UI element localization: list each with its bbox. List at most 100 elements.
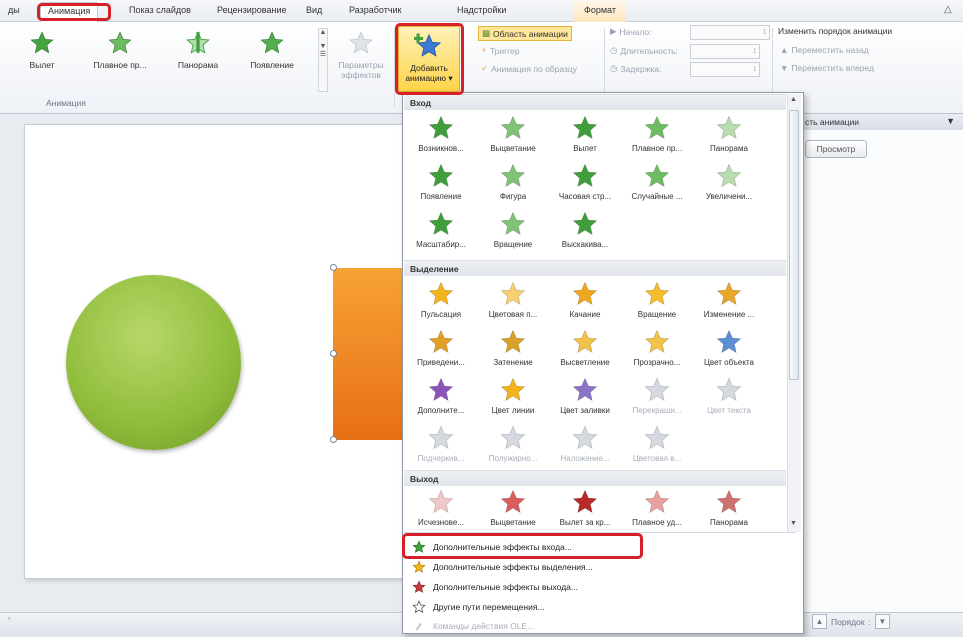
star-emphasis-icon [716,329,742,354]
trigger-button[interactable]: ⚡ Триггер [481,45,520,56]
effect-emphasis-18[interactable]: Цветовая в... [622,424,692,463]
animation-pane-button[interactable]: ▩ Область анимации [478,26,572,41]
effect-entrance-3[interactable]: Плавное пр... [622,114,692,153]
scroll-up-icon[interactable]: ▲ [790,96,797,103]
effect-entrance-4[interactable]: Панорама [694,114,764,153]
tab-addins[interactable]: Надстройки [457,5,506,15]
more-emphasis-effects[interactable]: Дополнительные эффекты выделения... [404,558,796,577]
effect-entrance-8[interactable]: Случайные ... [622,162,692,201]
order-up-icon[interactable]: ▲ [812,614,827,629]
effect-emphasis-2[interactable]: Качание [550,280,620,319]
effect-emphasis-13[interactable]: Перекраши... [622,376,692,415]
trigger-label: Триггер [489,45,520,56]
effect-emphasis-6[interactable]: Затенение [478,328,548,367]
move-later-button[interactable]: ▼ Переместить вперед [780,63,874,73]
gallery-scroll[interactable]: ▲ ▼ ☰ [318,28,328,92]
scroll-down-icon[interactable]: ▼ [790,520,797,527]
effect-emphasis-5[interactable]: Приведени... [406,328,476,367]
effect-emphasis-4[interactable]: Изменение ... [694,280,764,319]
effect-entrance-11[interactable]: Вращение [478,210,548,249]
resize-handle[interactable] [330,264,337,271]
effect-emphasis-17[interactable]: Наложение... [550,424,620,463]
dropdown-scroll-thumb[interactable] [789,110,799,380]
gallery-appear[interactable]: Появление [240,30,304,70]
effect-entrance-10[interactable]: Масштабир... [406,210,476,249]
effect-label: Вращение [637,310,677,319]
order-down-icon[interactable]: ▼ [874,614,890,629]
effect-emphasis-11[interactable]: Цвет линии [478,376,548,415]
delay-stepper[interactable] [690,62,760,77]
more-exit-effects[interactable]: Дополнительные эффекты выхода... [404,578,796,597]
tab-format[interactable]: Формат [574,1,626,22]
preview-button[interactable]: Просмотр [805,140,867,158]
ole-action-verbs[interactable]: Команды действия OLE... [404,617,796,636]
effect-options-button[interactable]: Параметры эффектов [332,30,390,80]
effect-emphasis-1[interactable]: Цветовая п... [478,280,548,319]
effect-emphasis-10[interactable]: Дополните... [406,376,476,415]
effect-entrance-1[interactable]: Выцветание [478,114,548,153]
delay-label-text: Задержка: [620,63,662,74]
arrow-down-icon: ▼ [780,63,789,73]
effect-emphasis-9[interactable]: Цвет объекта [694,328,764,367]
effect-entrance-12[interactable]: Выскакива... [550,210,620,249]
more-entrance-effects[interactable]: Дополнительные эффекты входа... [404,538,796,557]
animation-pane-label: Область анимации [493,28,568,39]
more-motion-paths[interactable]: Другие пути перемещения... [404,598,796,617]
star-green-icon [412,540,426,553]
effect-emphasis-14[interactable]: Цвет текста [694,376,764,415]
orange-rectangle-shape[interactable] [333,268,413,440]
effect-entrance-0[interactable]: Возникнов... [406,114,476,153]
collapse-ribbon-icon[interactable]: △ [944,4,952,15]
star-emphasis-icon [572,329,598,354]
move-earlier-button[interactable]: ▲ Переместить назад [780,45,869,55]
effect-entrance-7[interactable]: Часовая стр... [550,162,620,201]
duration-stepper[interactable] [690,44,760,59]
gallery-split[interactable]: Панорама [166,30,230,70]
effect-label: Качание [569,310,601,319]
gallery-float-in[interactable]: Плавное пр... [88,30,152,70]
effect-emphasis-12[interactable]: Цвет заливки [550,376,620,415]
effect-emphasis-15[interactable]: Подчеркив... [406,424,476,463]
effect-exit-4[interactable]: Панорама [694,488,764,527]
tab-design-partial[interactable]: ды [8,5,20,15]
resize-handle[interactable] [330,350,337,357]
star-green-icon [260,31,284,54]
star-exit-icon [572,489,598,514]
effect-exit-1[interactable]: Выцветание [478,488,548,527]
effect-emphasis-3[interactable]: Вращение [622,280,692,319]
star-emphasis-icon [500,377,526,402]
effect-label: Наложение... [560,454,610,463]
effect-exit-3[interactable]: Плавное уд... [622,488,692,527]
resize-handle[interactable] [330,436,337,443]
effect-emphasis-8[interactable]: Прозрачно... [622,328,692,367]
star-gray-icon [349,31,373,54]
tab-view[interactable]: Вид [306,5,322,15]
tab-animation[interactable]: Анимация [40,2,99,23]
effect-entrance-5[interactable]: Появление [406,162,476,201]
effect-emphasis-0[interactable]: Пульсация [406,280,476,319]
category-emphasis: Выделение [404,260,786,276]
start-select[interactable] [690,25,770,40]
effect-entrance-9[interactable]: Увеличени... [694,162,764,201]
arrow-up-icon: ▲ [780,45,789,55]
animation-painter-button[interactable]: ✓ Анимация по образцу [481,63,577,74]
effect-entrance-6[interactable]: Фигура [478,162,548,201]
tab-developer[interactable]: Разработчик [349,5,401,15]
menu-separator [404,532,796,533]
menu-item-label: Команды действия OLE... [433,621,535,631]
star-exit-icon [644,489,670,514]
effect-emphasis-7[interactable]: Высветление [550,328,620,367]
effect-exit-0[interactable]: Исчезнове... [406,488,476,527]
effect-emphasis-16[interactable]: Полужирно... [478,424,548,463]
tab-slideshow[interactable]: Показ слайдов [129,5,191,15]
add-animation-star-icon [414,33,442,57]
effect-entrance-2[interactable]: Вылет [550,114,620,153]
gallery-fly-in[interactable]: Вылет [22,30,62,70]
pane-menu-icon[interactable]: ▼ [946,116,955,126]
effect-exit-2[interactable]: Вылет за кр... [550,488,620,527]
animation-pane-icon: ▩ [482,28,491,38]
tab-review[interactable]: Рецензирование [217,5,287,15]
effect-label: Перекраши... [632,406,682,415]
green-circle-shape[interactable] [66,275,241,450]
add-animation-button[interactable]: Добавить анимацию ▾ [398,26,460,92]
